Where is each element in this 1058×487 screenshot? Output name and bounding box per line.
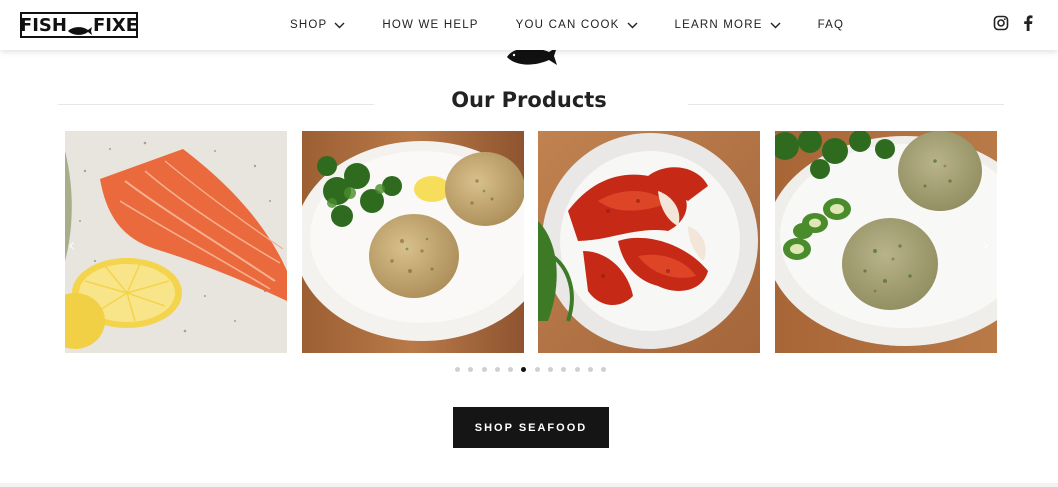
logo-text-right: FIXE bbox=[92, 14, 139, 36]
logo-text-left: FISH bbox=[19, 14, 67, 36]
nav-shop-label: SHOP bbox=[290, 19, 328, 31]
crab-cakes-parsley-image bbox=[302, 131, 524, 353]
carousel-dot[interactable] bbox=[508, 367, 514, 372]
chevron-down-icon bbox=[770, 22, 781, 29]
nav-how-we-help-label: HOW WE HELP bbox=[382, 19, 479, 31]
nav-you-can-cook-label: YOU CAN COOK bbox=[515, 19, 620, 31]
chevron-down-icon bbox=[627, 22, 638, 29]
section-title: Our Products bbox=[451, 88, 607, 112]
carousel-pagination bbox=[455, 367, 615, 372]
product-card-crab-cakes-jalapeno[interactable] bbox=[775, 131, 997, 353]
title-rule-right bbox=[688, 104, 1004, 105]
carousel-dot[interactable] bbox=[521, 367, 527, 372]
carousel-dot[interactable] bbox=[468, 367, 474, 372]
product-card-crab-cakes[interactable] bbox=[302, 131, 524, 353]
instagram-icon bbox=[993, 15, 1009, 31]
carousel-prev-arrow[interactable]: ‹ bbox=[68, 235, 75, 256]
crab-cakes-jalapeno-image bbox=[775, 131, 997, 353]
main-nav: SHOP HOW WE HELP YOU CAN COOK LEARN MORE… bbox=[290, 0, 881, 50]
shop-seafood-button[interactable]: SHOP SEAFOOD bbox=[453, 407, 609, 448]
chevron-down-icon bbox=[334, 22, 345, 29]
salmon-fillet-image bbox=[65, 131, 287, 353]
nav-faq-label: FAQ bbox=[817, 19, 845, 31]
nav-how-we-help[interactable]: HOW WE HELP bbox=[382, 19, 478, 31]
facebook-link[interactable] bbox=[1023, 15, 1033, 31]
carousel-dot[interactable] bbox=[601, 367, 607, 372]
product-carousel: ‹ › bbox=[0, 131, 1058, 354]
carousel-next-arrow[interactable]: › bbox=[982, 235, 989, 256]
product-card-salmon[interactable] bbox=[65, 131, 287, 353]
carousel-dot[interactable] bbox=[494, 367, 500, 372]
nav-you-can-cook[interactable]: YOU CAN COOK bbox=[516, 19, 638, 31]
nav-learn-more[interactable]: LEARN MORE bbox=[675, 19, 781, 31]
instagram-link[interactable] bbox=[993, 15, 1009, 31]
facebook-icon bbox=[1024, 15, 1033, 31]
nav-shop[interactable]: SHOP bbox=[290, 19, 345, 31]
section-divider bbox=[0, 483, 1058, 487]
logo-fish-icon bbox=[67, 20, 93, 35]
carousel-dot[interactable] bbox=[548, 367, 554, 372]
carousel-dot[interactable] bbox=[574, 367, 580, 372]
carousel-dot[interactable] bbox=[455, 367, 460, 372]
carousel-dot[interactable] bbox=[534, 367, 540, 372]
nav-faq[interactable]: FAQ bbox=[818, 19, 845, 31]
lobster-bowl-image bbox=[538, 131, 760, 353]
fishfixe-logo[interactable]: FISH FIXE bbox=[20, 12, 138, 38]
nav-learn-more-label: LEARN MORE bbox=[674, 19, 763, 31]
product-card-lobster[interactable] bbox=[538, 131, 760, 353]
site-header: FISH FIXE SHOP HOW WE HELP YOU CAN COOK … bbox=[0, 0, 1058, 50]
carousel-dot[interactable] bbox=[481, 367, 487, 372]
carousel-dot[interactable] bbox=[587, 367, 593, 372]
carousel-dot[interactable] bbox=[561, 367, 567, 372]
